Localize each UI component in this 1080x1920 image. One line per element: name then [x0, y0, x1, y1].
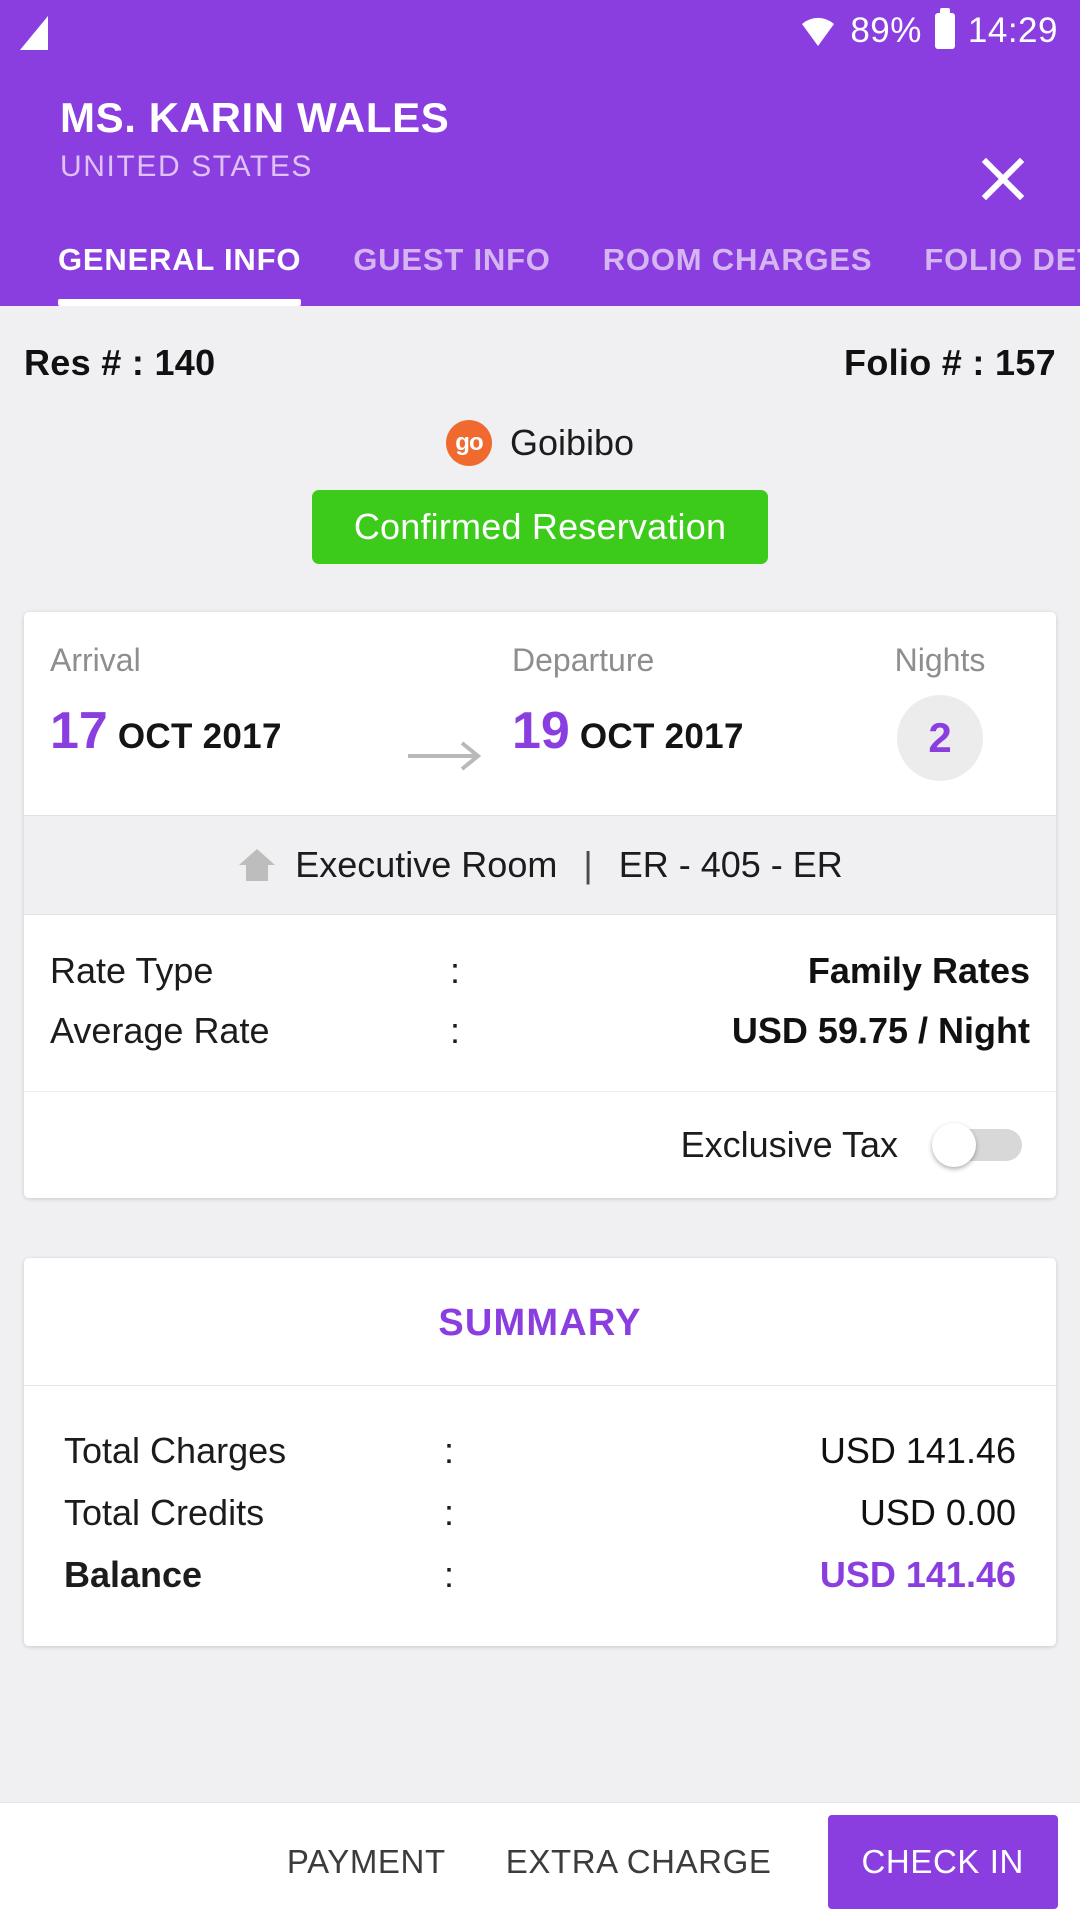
status-badge: Confirmed Reservation [311, 490, 769, 565]
close-icon [980, 156, 1026, 202]
departure-date: 19 OCT 2017 [512, 705, 772, 757]
tab-label: GUEST INFO [353, 242, 551, 278]
room-row: Executive Room | ER - 405 - ER [24, 815, 1056, 916]
guest-country: UNITED STATES [60, 150, 314, 184]
room-separator: | [583, 844, 593, 886]
status-time: 14:29 [967, 11, 1058, 50]
total-charges-label: Total Charges [64, 1430, 287, 1472]
tab-room-charges[interactable]: ROOM CHARGES [603, 214, 899, 306]
signal-triangle-icon [20, 16, 48, 50]
page-title: MS. KARIN WALES [60, 94, 450, 141]
app-bar-titles: MS. KARIN WALES UNITED STATES [0, 62, 1080, 214]
nights-label: Nights [894, 642, 986, 679]
tab-label: GENERAL INFO [58, 242, 302, 278]
balance-value: USD 141.46 [819, 1554, 1016, 1596]
reservation-detail-screen: 89% 14:29 MS. KARIN WALES UNITED STATES … [0, 0, 1080, 1920]
arrow-right-icon [380, 739, 512, 773]
home-icon [237, 846, 277, 884]
departure-day: 19 [512, 702, 570, 761]
arrival-label: Arrival [50, 642, 141, 679]
battery-icon [934, 8, 955, 49]
reservation-number: Res # : 140 [24, 342, 216, 384]
bottom-action-bar: PAYMENT EXTRA CHARGE CHECK IN [0, 1802, 1080, 1920]
departure-block: Departure 19 OCT 2017 [512, 642, 772, 757]
balance-colon: : [444, 1554, 455, 1596]
status-bar-left [20, 12, 48, 50]
booking-source-name: Goibibo [509, 422, 635, 464]
nights-block: Nights 2 [850, 642, 1030, 782]
status-badge-wrap: Confirmed Reservation [0, 490, 1080, 565]
tab-folio-details[interactable]: FOLIO DETAILS [924, 214, 1080, 306]
tab-label: ROOM CHARGES [602, 242, 873, 278]
average-rate-label: Average Rate [50, 1010, 270, 1052]
app-bar: MS. KARIN WALES UNITED STATES GENERAL IN… [0, 62, 1080, 307]
toggle-knob [932, 1123, 976, 1168]
status-bar: 89% 14:29 [0, 0, 1080, 62]
rate-details: Rate Type : Family Rates Average Rate : … [24, 915, 1056, 1091]
reservation-id-row: Res # : 140 Folio # : 157 [0, 306, 1080, 384]
close-button[interactable] [974, 150, 1032, 208]
total-charges-colon: : [444, 1430, 455, 1472]
check-in-button[interactable]: CHECK IN [827, 1814, 1058, 1909]
total-credits-colon: : [444, 1492, 455, 1534]
departure-month-year: OCT 2017 [579, 717, 744, 757]
goibibo-logo-icon: go [445, 420, 492, 467]
room-code: ER - 405 - ER [618, 844, 843, 886]
exclusive-tax-toggle[interactable] [932, 1123, 1022, 1168]
arrival-day: 17 [50, 702, 108, 761]
summary-card: SUMMARY Total Charges : USD 141.46 Total… [24, 1258, 1056, 1647]
exclusive-tax-label: Exclusive Tax [680, 1124, 898, 1166]
total-credits-row: Total Credits : USD 0.00 [64, 1482, 1016, 1544]
tab-guest-info[interactable]: GUEST INFO [353, 214, 576, 306]
rate-type-label: Rate Type [50, 950, 214, 992]
extra-charge-button[interactable]: EXTRA CHARGE [476, 1843, 802, 1881]
nights-count: 2 [897, 695, 983, 782]
tab-label: FOLIO DETAILS [924, 242, 1080, 278]
battery-percentage: 89% [850, 11, 922, 50]
total-charges-value: USD 141.46 [819, 1430, 1016, 1472]
average-rate-row: Average Rate : USD 59.75 / Night [50, 1001, 1030, 1061]
tab-bar[interactable]: GENERAL INFO GUEST INFO ROOM CHARGES FOL… [0, 214, 1080, 307]
arrival-date: 17 OCT 2017 [50, 705, 380, 757]
wifi-icon [799, 14, 837, 48]
stay-dates-row: Arrival 17 OCT 2017 Departure 19 OCT 201… [24, 612, 1056, 815]
rate-type-row: Rate Type : Family Rates [50, 941, 1030, 1001]
average-rate-colon: : [450, 1010, 461, 1052]
tab-general-info[interactable]: GENERAL INFO [58, 214, 327, 307]
room-type: Executive Room [295, 844, 558, 886]
rate-type-colon: : [450, 950, 461, 992]
total-credits-value: USD 0.00 [859, 1492, 1016, 1534]
stay-details-card: Arrival 17 OCT 2017 Departure 19 OCT 201… [24, 612, 1056, 1199]
payment-button[interactable]: PAYMENT [257, 1843, 476, 1881]
departure-label: Departure [512, 642, 655, 679]
rate-type-value: Family Rates [807, 950, 1030, 992]
total-charges-row: Total Charges : USD 141.46 [64, 1420, 1016, 1482]
balance-label: Balance [64, 1554, 203, 1596]
balance-row: Balance : USD 141.46 [64, 1544, 1016, 1606]
arrival-month-year: OCT 2017 [117, 717, 282, 757]
status-bar-right: 89% 14:29 [799, 8, 1058, 51]
average-rate-value: USD 59.75 / Night [731, 1010, 1030, 1052]
arrival-block: Arrival 17 OCT 2017 [50, 642, 380, 757]
booking-source: go Goibibo [0, 420, 1080, 467]
summary-body: Total Charges : USD 141.46 Total Credits… [24, 1386, 1056, 1646]
summary-title: SUMMARY [24, 1258, 1056, 1387]
total-credits-label: Total Credits [64, 1492, 265, 1534]
exclusive-tax-row: Exclusive Tax [24, 1091, 1056, 1198]
main-content: Res # : 140 Folio # : 157 go Goibibo Con… [0, 306, 1080, 1802]
folio-number: Folio # : 157 [844, 342, 1056, 384]
